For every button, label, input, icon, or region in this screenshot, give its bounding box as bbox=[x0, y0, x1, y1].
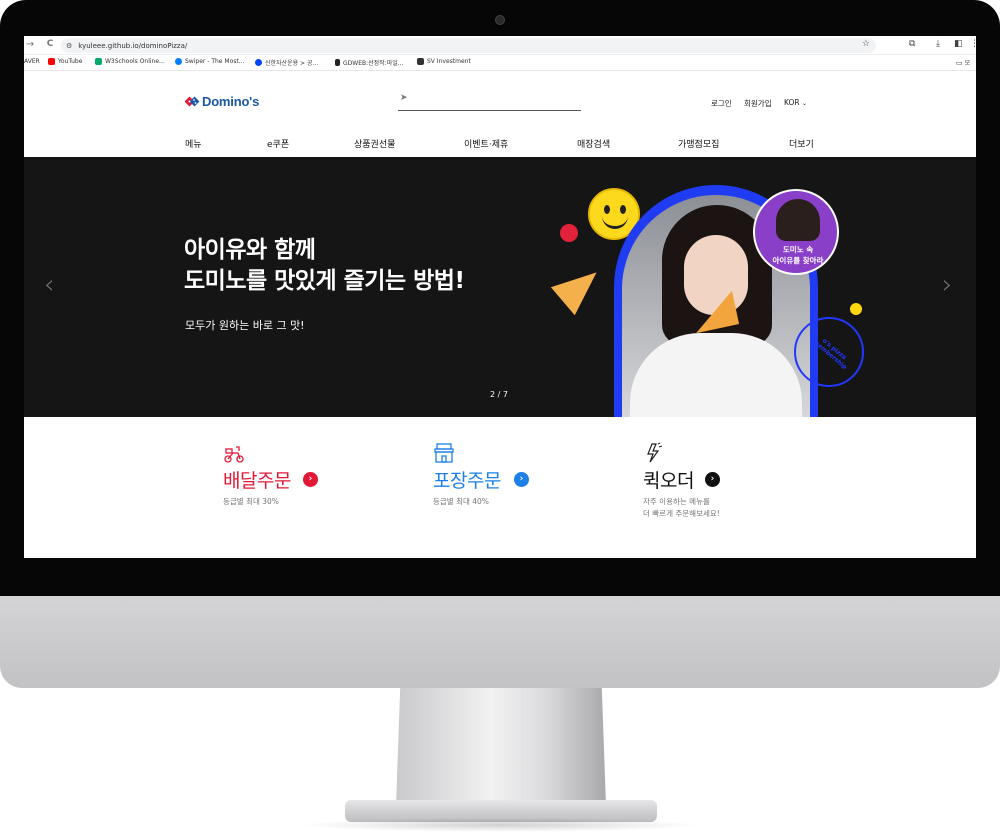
browser-screen: → C ⚙ kyuleee.github.io/dominoPizza/ ☆ ⧉… bbox=[24, 36, 976, 558]
quick-order-title: 퀵오더 bbox=[643, 470, 694, 492]
next-slide-icon[interactable]: › bbox=[942, 270, 952, 300]
yellow-dot-decoration bbox=[850, 303, 862, 315]
extensions-icon[interactable]: ⧉ bbox=[909, 39, 915, 49]
bookmark-label: AVER bbox=[24, 58, 40, 65]
bookmark-swiper[interactable]: Swiper - The Most... bbox=[175, 58, 244, 65]
bookmark-naver[interactable]: AVER bbox=[24, 58, 40, 65]
search-box: ➤ bbox=[398, 91, 581, 111]
site-settings-icon[interactable]: ⚙ bbox=[66, 42, 72, 50]
hero-banner: 아이유와 함께 도미노를 맛있게 즐기는 방법! 모두가 원하는 바로 그 맛!… bbox=[24, 157, 976, 417]
hero-title-line: 도미노를 맛있게 즐기는 방법! bbox=[184, 268, 465, 294]
monitor-shadow bbox=[300, 818, 700, 832]
swiper-icon bbox=[175, 58, 182, 65]
language-label: KOR bbox=[784, 98, 800, 107]
smiley-eye bbox=[604, 205, 610, 214]
language-select[interactable]: KOR ⌄ bbox=[784, 98, 807, 107]
bookmark-label: YouTube bbox=[58, 58, 83, 65]
browser-toolbar: → C ⚙ kyuleee.github.io/dominoPizza/ ☆ ⧉… bbox=[24, 36, 976, 55]
bookmark-label: 신한자산운용 > 공... bbox=[265, 60, 319, 67]
gdweb-icon bbox=[335, 59, 340, 66]
chevron-down-icon: ⌄ bbox=[802, 100, 808, 107]
slide-pager: 2 / 7 bbox=[490, 390, 508, 399]
lightning-icon bbox=[647, 442, 663, 463]
red-dot-decoration bbox=[560, 224, 578, 242]
bookmark-shinhan[interactable]: 신한자산운용 > 공... bbox=[255, 58, 318, 67]
logo-text: Domino's bbox=[202, 94, 260, 109]
pickup-order-title: 포장주문 bbox=[433, 470, 501, 492]
bookmark-youtube[interactable]: YouTube bbox=[48, 58, 82, 65]
w3schools-icon bbox=[95, 58, 102, 65]
quick-order-desc-line: 자주 이용하는 메뉴를 bbox=[643, 497, 710, 506]
sv-icon bbox=[417, 58, 424, 65]
youtube-icon bbox=[48, 58, 55, 65]
dominos-logo[interactable]: Domino's bbox=[185, 94, 259, 109]
hero-title-line: 아이유와 함께 bbox=[184, 237, 316, 263]
badge-line-2: 아이유를 찾아라 bbox=[772, 256, 824, 265]
nav-item-gift[interactable]: 상품권선물 bbox=[354, 137, 395, 150]
bookmark-sv[interactable]: SV Investment bbox=[417, 58, 471, 65]
arrow-right-icon: › bbox=[705, 472, 720, 487]
domino-tile-icon bbox=[185, 96, 200, 107]
download-icon[interactable]: ⤓ bbox=[936, 39, 940, 49]
nav-item-ecoupon[interactable]: e쿠폰 bbox=[267, 137, 289, 150]
badge-line-1: 도미노 속 bbox=[782, 245, 814, 254]
pizza-slice-icon bbox=[550, 272, 608, 320]
membership-stamp: o's pizza membership bbox=[794, 317, 864, 387]
join-link[interactable]: 회원가입 bbox=[744, 98, 772, 109]
search-input[interactable] bbox=[414, 93, 574, 102]
monitor-chin bbox=[0, 596, 1000, 688]
bookmarks-bar: AVER YouTube W3Schools Online... Swiper … bbox=[24, 55, 976, 71]
arrow-right-icon: › bbox=[303, 472, 318, 487]
stamp-text: o's pizza membership bbox=[811, 337, 849, 371]
prev-slide-icon[interactable]: ‹ bbox=[44, 270, 54, 300]
nav-item-store[interactable]: 매장검색 bbox=[577, 137, 610, 150]
arrow-right-icon: › bbox=[514, 472, 529, 487]
camera-icon bbox=[495, 15, 505, 25]
side-panel-icon[interactable]: ◧ bbox=[954, 39, 963, 49]
main-navigation: 메뉴 e쿠폰 상품권선물 이벤트·제휴 매장검색 가맹점모집 더보기 bbox=[24, 137, 976, 157]
bookmark-folder[interactable]: ▭ 모 bbox=[956, 58, 971, 68]
bookmark-gdweb[interactable]: GDWEB:선정작:마일... bbox=[335, 58, 403, 67]
bookmark-star-icon[interactable]: ☆ bbox=[862, 39, 870, 49]
model-shirt bbox=[630, 333, 802, 417]
reload-icon[interactable]: C bbox=[44, 39, 56, 49]
url-text: kyuleee.github.io/dominoPizza/ bbox=[78, 41, 188, 50]
delivery-order-desc: 등급별 최대 30% bbox=[223, 497, 279, 506]
monitor-stand bbox=[396, 688, 606, 806]
nav-item-more[interactable]: 더보기 bbox=[789, 137, 814, 150]
shinhan-icon bbox=[255, 59, 262, 66]
quick-order-desc: 자주 이용하는 메뉴를 더 빠르게 주문해보세요! bbox=[643, 496, 720, 520]
hero-title: 아이유와 함께 도미노를 맛있게 즐기는 방법! bbox=[184, 235, 465, 297]
folder-icon: ▭ bbox=[956, 58, 963, 67]
delivery-order-title: 배달주문 bbox=[223, 470, 291, 492]
bookmark-label: 모 bbox=[964, 60, 971, 67]
quick-order-desc-line: 더 빠르게 주문해보세요! bbox=[643, 509, 720, 518]
bookmark-label: Swiper - The Most... bbox=[185, 58, 245, 65]
nav-item-franchise[interactable]: 가맹점모집 bbox=[678, 137, 719, 150]
monitor-frame: → C ⚙ kyuleee.github.io/dominoPizza/ ☆ ⧉… bbox=[0, 0, 1000, 840]
nav-item-menu[interactable]: 메뉴 bbox=[185, 137, 202, 150]
smiley-mouth bbox=[602, 215, 628, 229]
login-link[interactable]: 로그인 bbox=[711, 98, 732, 109]
smiley-eye bbox=[620, 205, 626, 214]
order-section: 배달주문 › 등급별 최대 30% 포장주문 › 등급별 최대 40% 퀵오더 … bbox=[24, 417, 976, 558]
find-iu-badge[interactable]: 도미노 속 아이유를 찾아라 bbox=[753, 189, 839, 275]
location-arrow-icon: ➤ bbox=[400, 93, 408, 103]
delivery-scooter-icon bbox=[224, 446, 244, 463]
bookmark-w3schools[interactable]: W3Schools Online... bbox=[95, 58, 165, 65]
bookmark-label: SV Investment bbox=[427, 58, 471, 65]
menu-icon[interactable]: ⋮ bbox=[970, 39, 976, 49]
hero-subtitle: 모두가 원하는 바로 그 맛! bbox=[185, 319, 305, 332]
bookmark-label: W3Schools Online... bbox=[105, 58, 165, 65]
nav-item-event[interactable]: 이벤트·제휴 bbox=[464, 137, 508, 150]
forward-icon[interactable]: → bbox=[24, 39, 36, 50]
bookmark-label: GDWEB:선정작:마일... bbox=[343, 60, 404, 67]
pickup-order-desc: 등급별 최대 40% bbox=[433, 497, 489, 506]
address-bar[interactable]: ⚙ kyuleee.github.io/dominoPizza/ ☆ bbox=[61, 38, 876, 53]
site-header: Domino's ➤ 로그인 회원가입 KOR ⌄ 메뉴 e쿠폰 상품권선물 이… bbox=[24, 71, 976, 157]
store-icon bbox=[434, 443, 454, 463]
badge-photo bbox=[776, 199, 820, 241]
